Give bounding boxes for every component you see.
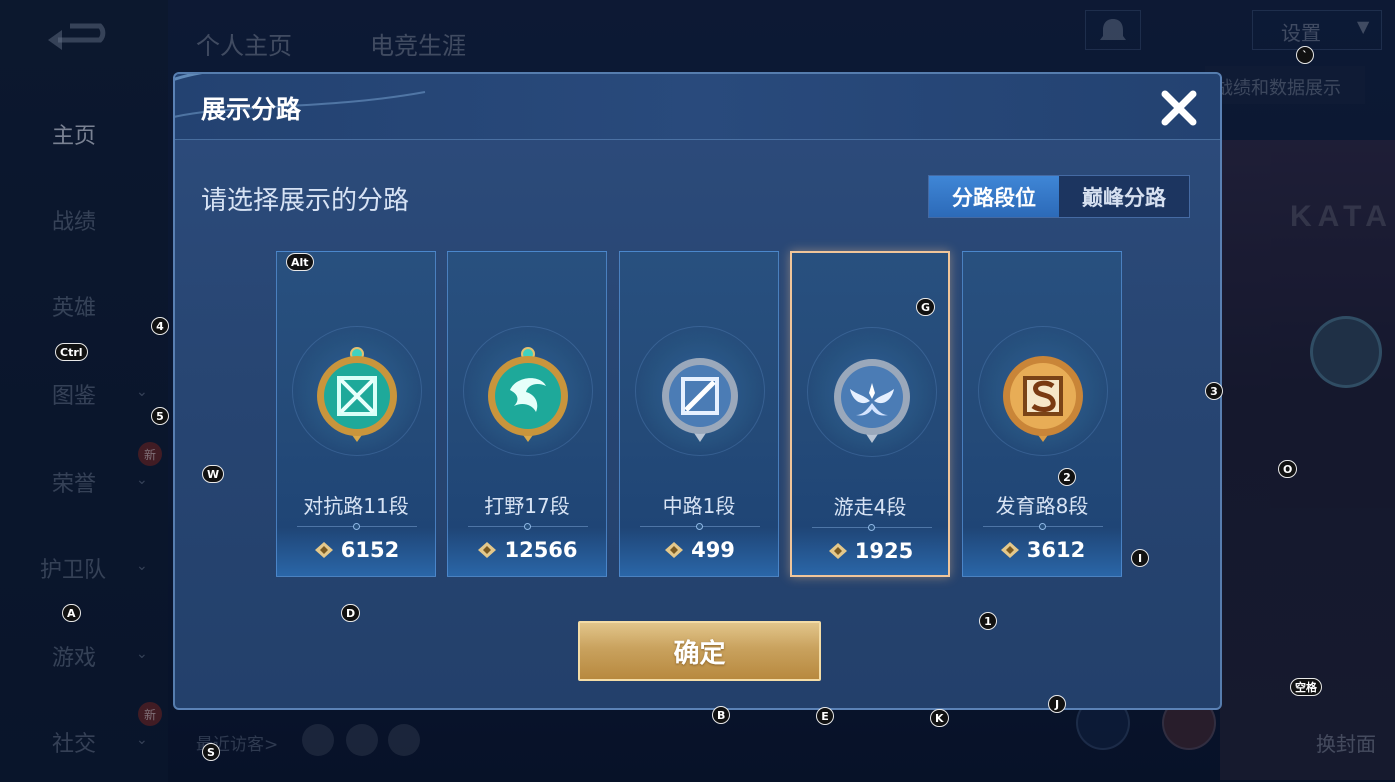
key-hint: 4 — [151, 317, 169, 335]
key-hint: S — [202, 743, 220, 761]
clash-lane-emblem-icon — [317, 347, 397, 442]
dialog-subtitle: 请选择展示的分路 — [201, 186, 410, 216]
lane-score-value: 3612 — [1026, 538, 1086, 562]
tab-peak-lane[interactable]: 巅峰分路 — [1059, 176, 1189, 217]
rank-points-icon — [665, 542, 684, 558]
lane-score: 6152 — [277, 538, 435, 562]
card-divider-dot — [696, 523, 703, 530]
lane-card-clash[interactable]: 对抗路11段 6152 — [276, 251, 436, 577]
lane-type-tabs: 分路段位 巅峰分路 — [928, 175, 1190, 218]
dialog-title: 展示分路 — [201, 95, 302, 124]
key-hint: 5 — [151, 407, 169, 425]
lane-card-farm[interactable]: 发育路8段 3612 — [962, 251, 1122, 577]
key-hint: D — [341, 604, 361, 622]
key-hint: W — [202, 465, 225, 483]
lane-score-value: 1925 — [854, 539, 914, 563]
lane-score-value: 499 — [691, 538, 735, 562]
key-hint: 3 — [1205, 382, 1223, 400]
key-hint: Alt — [286, 253, 314, 271]
card-divider-dot — [1039, 523, 1046, 530]
lane-cards: 对抗路11段 6152 打野17段 12566 中路1段 499 游走4段 19… — [276, 251, 1126, 581]
dialog-header: 展示分路 — [175, 74, 1220, 140]
lane-score: 499 — [620, 538, 778, 562]
lane-card-mid[interactable]: 中路1段 499 — [619, 251, 779, 577]
key-hint: A — [62, 604, 81, 622]
lane-rank-label: 对抗路11段 — [303, 494, 409, 518]
rank-points-icon — [314, 542, 333, 558]
card-divider-dot — [353, 523, 360, 530]
farm-lane-emblem-icon — [1003, 356, 1083, 442]
key-hint: I — [1131, 549, 1149, 567]
key-hint: 空格 — [1290, 678, 1322, 696]
lane-rank-label: 打野17段 — [484, 494, 570, 518]
mid-lane-emblem-icon — [662, 358, 738, 442]
lane-display-dialog: 展示分路 请选择展示的分路 分路段位 巅峰分路 对抗路11段 6152 打野17… — [173, 72, 1222, 710]
close-button[interactable] — [1159, 88, 1199, 128]
key-hint: Ctrl — [55, 343, 88, 361]
key-hint: 2 — [1058, 468, 1076, 486]
lane-rank-label: 游走4段 — [833, 495, 907, 519]
lane-score: 3612 — [963, 538, 1121, 562]
jungle-emblem-icon — [488, 347, 568, 442]
card-divider-dot — [868, 524, 875, 531]
key-hint: 1 — [979, 612, 997, 630]
lane-score-value: 6152 — [340, 538, 400, 562]
key-hint: E — [816, 707, 834, 725]
rank-points-icon — [828, 543, 847, 559]
key-hint: G — [916, 298, 936, 316]
lane-rank-label: 发育路8段 — [995, 494, 1089, 518]
close-icon — [1161, 90, 1197, 126]
key-hint: ` — [1296, 46, 1314, 64]
lane-rank-label: 中路1段 — [662, 494, 736, 518]
lane-score-value: 12566 — [504, 538, 578, 562]
lane-card-jungle[interactable]: 打野17段 12566 — [447, 251, 607, 577]
rank-points-icon — [478, 542, 497, 558]
key-hint: J — [1048, 695, 1066, 713]
rank-points-icon — [1000, 542, 1019, 558]
lane-score: 1925 — [792, 539, 948, 563]
key-hint: K — [930, 709, 949, 727]
lane-score: 12566 — [448, 538, 606, 562]
card-divider-dot — [524, 523, 531, 530]
tab-lane-rank[interactable]: 分路段位 — [929, 176, 1059, 217]
confirm-button[interactable]: 确定 — [578, 621, 821, 681]
roam-emblem-icon — [834, 359, 910, 443]
